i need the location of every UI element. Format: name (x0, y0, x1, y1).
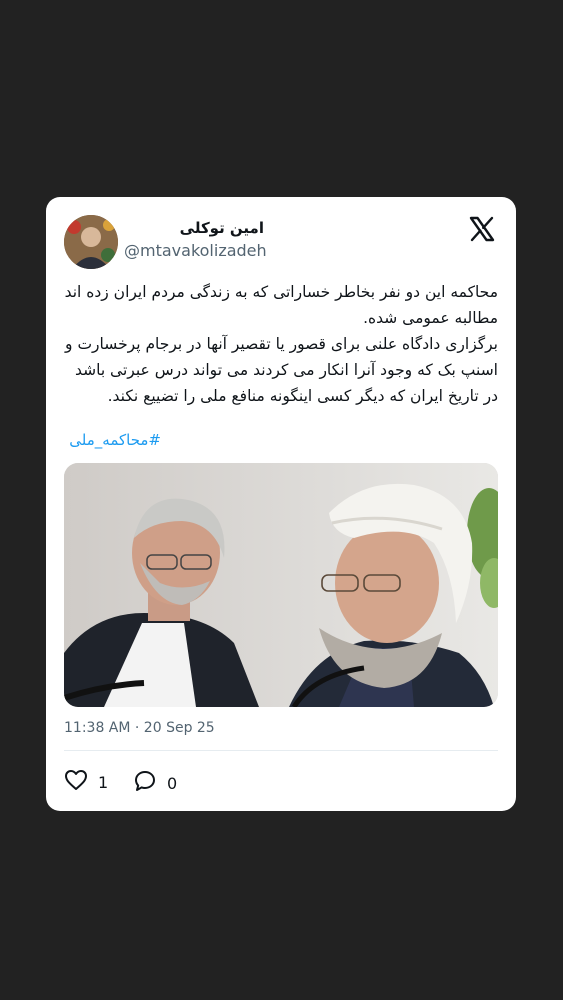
like-count: 1 (98, 772, 109, 792)
reply-button[interactable]: 0 (133, 769, 177, 797)
avatar[interactable] (64, 215, 118, 269)
author-name[interactable]: امین توکلی (124, 219, 264, 237)
tweet-paragraph-1: محاکمه این دو نفر بخاطر خساراتی که به زن… (64, 283, 498, 327)
tweet-photo[interactable] (64, 463, 498, 707)
tweet-card: امین توکلی @mtavakolizadeh محاکمه این دو… (46, 197, 516, 811)
like-button[interactable]: 1 (64, 769, 108, 795)
heart-icon (64, 769, 88, 795)
author-handle[interactable]: @mtavakolizadeh (124, 241, 267, 260)
divider (64, 750, 498, 751)
hashtag-link[interactable]: #محاکمه_ملی (69, 431, 161, 449)
tweet-paragraph-2: برگزاری دادگاه علنی برای قصور یا تقصیر آ… (65, 335, 498, 405)
x-logo-icon[interactable] (468, 215, 496, 243)
tweet-timestamp[interactable]: 11:38 AM · 20 Sep 25 (64, 720, 215, 736)
reply-count: 0 (167, 773, 178, 793)
reply-icon (133, 769, 157, 797)
tweet-text: محاکمه این دو نفر بخاطر خساراتی که به زن… (64, 279, 498, 409)
